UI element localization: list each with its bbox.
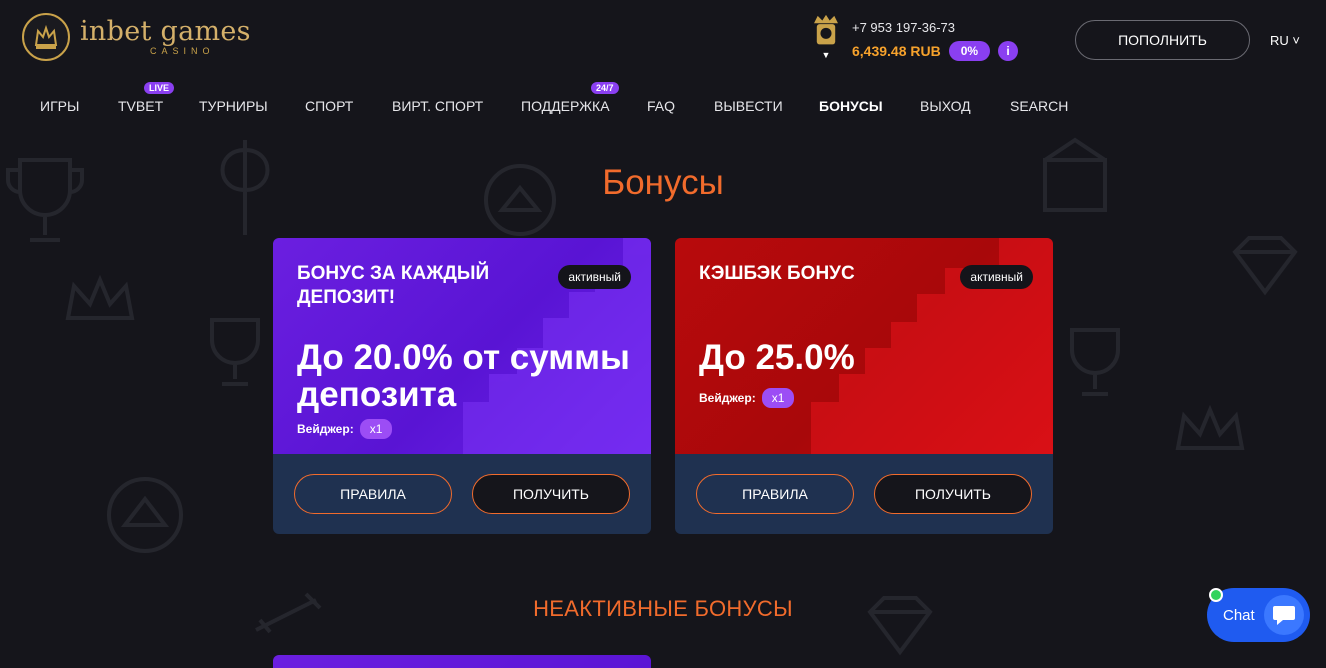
chat-label: Chat (1223, 606, 1255, 624)
crown-doodle-icon (1175, 404, 1245, 450)
nav-label: ТУРНИРЫ (199, 98, 268, 114)
nav-item-search[interactable]: SEARCH (1010, 98, 1068, 114)
chevron-down-icon[interactable]: ▼ (822, 50, 831, 60)
nav-item-withdraw[interactable]: ВЫВЕСТИ (714, 98, 783, 114)
page-title: Бонусы (602, 163, 724, 202)
nav-label: БОНУСЫ (819, 98, 883, 114)
diamond-doodle-icon (1232, 236, 1298, 296)
nav-item-tournaments[interactable]: ТУРНИРЫ (199, 98, 268, 114)
status-badge: активный (558, 265, 631, 289)
balance-amount: 6,439.48 RUB (852, 43, 941, 59)
bonus-amount: До 20.0% от суммы депозита (297, 338, 630, 414)
logo-subtitle: CASINO (150, 46, 215, 56)
bonus-card-cashback: КЭШБЭК БОНУС активный До 25.0% Вейджер: … (675, 238, 1053, 534)
nav-item-games[interactable]: ИГРЫ (40, 98, 79, 114)
bonus-title: БОНУС ЗА КАЖДЫЙ ДЕПОЗИТ! (297, 263, 490, 308)
support-hours-badge: 24/7 (591, 82, 619, 94)
cup-doodle-icon (1070, 328, 1120, 396)
nav-label: ВЫХОД (920, 98, 971, 114)
nav-item-bonuses[interactable]: БОНУСЫ (819, 98, 883, 114)
cup-doodle-icon (210, 318, 260, 386)
rules-button[interactable]: ПРАВИЛА (294, 474, 452, 514)
rules-button[interactable]: ПРАВИЛА (696, 474, 854, 514)
nav-item-virtual-sport[interactable]: ВИРТ. СПОРТ (392, 98, 483, 114)
nav-label: ИГРЫ (40, 98, 80, 114)
chat-bubble-icon (1264, 595, 1304, 635)
wager-label: Вейджер: (699, 391, 756, 405)
online-status-dot (1209, 588, 1223, 602)
nav-label: SEARCH (1010, 98, 1069, 114)
nav-item-faq[interactable]: FAQ (647, 98, 675, 114)
nav-label: ВЫВЕСТИ (714, 98, 783, 114)
bonus-card-deposit: БОНУС ЗА КАЖДЫЙ ДЕПОЗИТ! активный До 20.… (273, 238, 651, 534)
nav-label: TVBET (118, 98, 164, 114)
live-badge: LIVE (144, 82, 175, 94)
emblem-doodle-icon (107, 477, 183, 553)
info-icon[interactable]: i (998, 41, 1019, 61)
nav-item-support[interactable]: ПОДДЕРЖКА 24/7 (521, 82, 619, 114)
chat-button[interactable]: Chat (1207, 588, 1310, 642)
main-nav: ИГРЫ TVBET LIVE ТУРНИРЫ СПОРТ ВИРТ. СПОР… (0, 82, 1326, 126)
inactive-bonuses-heading: НЕАКТИВНЫЕ БОНУСЫ (533, 596, 793, 621)
logo-name: inbet games (80, 16, 251, 47)
claim-button[interactable]: ПОЛУЧИТЬ (472, 474, 630, 514)
nav-label: ВИРТ. СПОРТ (392, 98, 484, 114)
percent-badge: 0% (948, 41, 991, 61)
wager-label: Вейджер: (297, 422, 354, 436)
nav-label: FAQ (647, 98, 676, 114)
user-account: ▼ +7 953 197-36-73 6,439.48 RUB 0% i (808, 14, 1019, 61)
bonus-title: КЭШБЭК БОНУС (699, 263, 855, 284)
nav-label: СПОРТ (305, 98, 354, 114)
deposit-button[interactable]: ПОПОЛНИТЬ (1075, 20, 1250, 60)
avatar[interactable]: ▼ (808, 14, 844, 60)
nav-item-sport[interactable]: СПОРТ (305, 98, 353, 114)
nav-item-tvbet[interactable]: TVBET LIVE (118, 82, 175, 114)
language-select[interactable]: RU ˅ (1270, 33, 1300, 48)
nav-item-logout[interactable]: ВЫХОД (920, 98, 971, 114)
user-phone: +7 953 197-36-73 (852, 20, 956, 35)
crown-doodle-icon (65, 274, 135, 320)
wager-badge: x1 (359, 419, 393, 439)
bonus-amount: До 25.0% (699, 338, 855, 377)
claim-button[interactable]: ПОЛУЧИТЬ (874, 474, 1032, 514)
status-badge: активный (960, 265, 1033, 289)
inactive-bonus-card (273, 655, 651, 668)
brand-logo[interactable]: inbet games CASINO (22, 13, 251, 61)
logo-king-icon (22, 13, 70, 61)
nav-label: ПОДДЕРЖКА (521, 98, 610, 114)
wager-badge: x1 (761, 388, 795, 408)
header: inbet games CASINO ▼ +7 953 197-36-73 6,… (0, 0, 1326, 78)
